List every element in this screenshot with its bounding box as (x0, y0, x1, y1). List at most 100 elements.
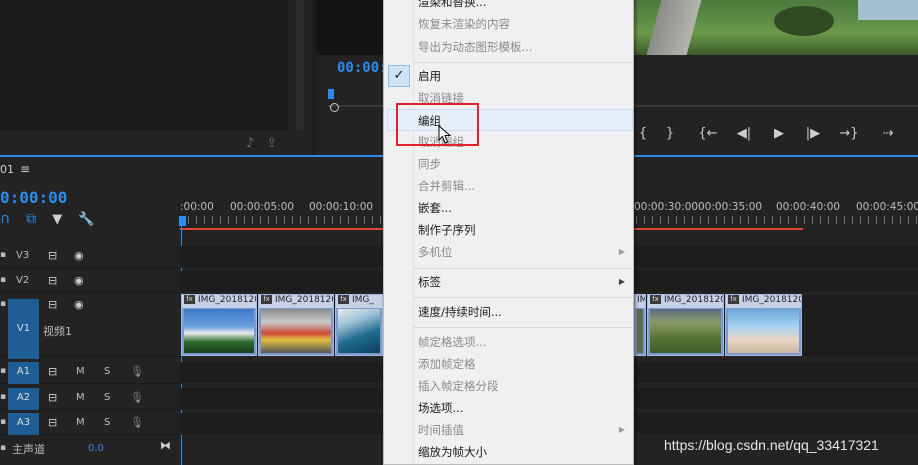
ruler-label: :00:00 (180, 201, 214, 213)
lock-icon[interactable]: ▪ (0, 417, 6, 427)
marker-icon[interactable]: ▼ (52, 212, 62, 227)
track-target-a1[interactable]: A1 (8, 362, 39, 384)
video-clip[interactable]: fx IMG_2018120 (725, 294, 802, 356)
sync-lock-icon[interactable]: ⊟ (48, 298, 57, 311)
menu-item-enable[interactable]: 启用 (384, 65, 633, 87)
solo-button[interactable]: S (104, 366, 110, 377)
mark-out-button[interactable]: } (650, 126, 690, 141)
menu-item-label[interactable]: 标签 ▶ (384, 271, 633, 293)
clip-thumbnail (637, 309, 643, 353)
menu-item-scale-to-frame[interactable]: 缩放为帧大小 (384, 441, 633, 463)
master-track[interactable]: ▪ 主声道 0.0 ⧓ (0, 437, 180, 461)
play-button[interactable]: ▶ (762, 126, 796, 141)
project-panel-content (0, 0, 288, 130)
track-header-a3[interactable]: ▪ A3 ⊟ M S 🎙 (0, 413, 180, 435)
sync-lock-icon[interactable]: ⊟ (48, 416, 57, 429)
menu-item-synchronize[interactable]: 同步 (384, 153, 633, 175)
microphone-icon[interactable]: 🎙 (130, 391, 144, 404)
menu-item-merge-clips[interactable]: 合并剪辑... (384, 175, 633, 197)
menu-item-multicam[interactable]: 多机位 ▶ (384, 241, 633, 263)
menu-item-make-subsequence[interactable]: 制作子序列 (384, 219, 633, 241)
master-volume[interactable]: 0.0 (88, 443, 104, 454)
track-target-v1[interactable]: V1 (8, 299, 39, 359)
video-clip[interactable]: fx IMG_ (335, 294, 383, 356)
mute-button[interactable]: M (76, 392, 85, 403)
lock-icon[interactable]: ▪ (0, 275, 6, 285)
track-name[interactable]: V3 (16, 250, 29, 261)
ruler-label: 00:00:40:00 (776, 201, 841, 213)
video-road-shape (646, 0, 702, 55)
video-clip[interactable]: fx IMG_2018120 (181, 294, 257, 356)
clip-thumbnail (338, 309, 380, 353)
track-name[interactable]: V2 (16, 275, 29, 286)
mark-in-button[interactable]: { (636, 126, 650, 141)
track-header-a1[interactable]: ▪ A1 ⊟ M S 🎙 (0, 362, 180, 384)
lock-icon[interactable]: ▪ (0, 443, 6, 453)
track-header-v2[interactable]: ▪ V2 ⊟ ◉ (0, 271, 180, 293)
menu-item-insert-frame-hold[interactable]: 插入帧定格分段 (384, 375, 633, 397)
solo-button[interactable]: S (104, 417, 110, 428)
fx-badge-icon: fx (728, 295, 739, 304)
timeline-timecode[interactable]: 0:00:00 (0, 188, 67, 207)
menu-item-restore-unrendered[interactable]: 恢复未渲染的内容 (384, 13, 633, 35)
sync-lock-icon[interactable]: ⊟ (48, 391, 57, 404)
track-target-a2[interactable]: A2 (8, 388, 39, 410)
track-header-a2[interactable]: ▪ A2 ⊟ M S 🎙 (0, 388, 180, 410)
sync-lock-icon[interactable]: ⊟ (48, 365, 57, 378)
ruler-label: 00:00:45:00 (856, 201, 918, 213)
menu-item-frame-hold-options[interactable]: 帧定格选项... (384, 331, 633, 353)
sequence-tab[interactable]: 01 (0, 163, 14, 176)
zoom-handle-icon[interactable] (330, 103, 339, 112)
wrench-icon[interactable]: 🔧 (78, 212, 94, 227)
video-clip[interactable]: fx IMG_2018120 (258, 294, 334, 356)
track-target-a3[interactable]: A3 (8, 413, 39, 435)
menu-item-add-frame-hold[interactable]: 添加帧定格 (384, 353, 633, 375)
ruler-label: 00:00:05:00 (230, 201, 295, 213)
track-header-v1[interactable]: ▪ V1 ⊟ ◉ 视频1 (0, 295, 180, 359)
solo-button[interactable]: S (104, 392, 110, 403)
eye-icon[interactable]: ◉ (74, 249, 84, 262)
project-scrollbar[interactable] (296, 0, 304, 130)
lock-icon[interactable]: ▪ (0, 366, 6, 376)
clip-name: IMG_2018120 (742, 295, 801, 305)
lock-icon[interactable]: ▪ (0, 250, 6, 260)
sync-lock-icon[interactable]: ⊟ (48, 249, 57, 262)
eye-icon[interactable]: ◉ (74, 298, 84, 311)
menu-item-nest[interactable]: 嵌套... (384, 197, 633, 219)
project-panel (0, 0, 312, 155)
menu-item-render-replace[interactable]: 渲染和替换... (384, 0, 633, 13)
timeline-playhead[interactable] (179, 216, 186, 226)
lock-icon[interactable]: ▪ (0, 299, 6, 309)
go-to-end-icon[interactable]: ⧓ (160, 439, 171, 452)
export-frame-icon[interactable]: ⇪ (266, 136, 277, 151)
eye-icon[interactable]: ◉ (74, 274, 84, 287)
export-frame-button[interactable]: ⇢ (868, 126, 908, 141)
track-header-v3[interactable]: ▪ V3 ⊟ ◉ (0, 246, 180, 268)
go-to-in-button[interactable]: {← (690, 126, 726, 141)
clip-name: IMG_2018120 (275, 295, 333, 305)
sync-lock-icon[interactable]: ⊟ (48, 274, 57, 287)
menu-item-export-mogrt[interactable]: 导出为动态图形模板... (384, 36, 633, 58)
go-to-out-button[interactable]: →} (830, 126, 868, 141)
linked-selection-icon[interactable]: ⧉ (26, 211, 36, 227)
mute-button[interactable]: M (76, 417, 85, 428)
sequence-menu-icon[interactable]: ≡ (20, 162, 30, 176)
menu-separator (414, 62, 632, 63)
watermark: https://blog.csdn.net/qq_33417321 (664, 437, 879, 453)
program-playhead[interactable] (328, 89, 334, 99)
step-back-button[interactable]: ◀| (726, 126, 762, 141)
menu-item-field-options[interactable]: 场选项... (384, 397, 633, 419)
program-monitor-video (634, 0, 918, 55)
microphone-icon[interactable]: 🎙 (130, 365, 144, 378)
menu-item-time-interpolation[interactable]: 时间插值 ▶ (384, 419, 633, 441)
step-forward-button[interactable]: |▶ (796, 126, 830, 141)
snap-icon[interactable]: ∩ (0, 211, 10, 227)
video-clip[interactable]: IMG_2018120 (634, 294, 646, 356)
microphone-icon[interactable]: 🎙 (130, 416, 144, 429)
video-clip[interactable]: fx IMG_2018120 (647, 294, 724, 356)
menu-item-label: 多机位 (418, 245, 453, 259)
menu-item-speed-duration[interactable]: 速度/持续时间... (384, 301, 633, 323)
mute-button[interactable]: M (76, 366, 85, 377)
lock-icon[interactable]: ▪ (0, 392, 6, 402)
music-note-icon[interactable]: ♪ (246, 136, 254, 151)
